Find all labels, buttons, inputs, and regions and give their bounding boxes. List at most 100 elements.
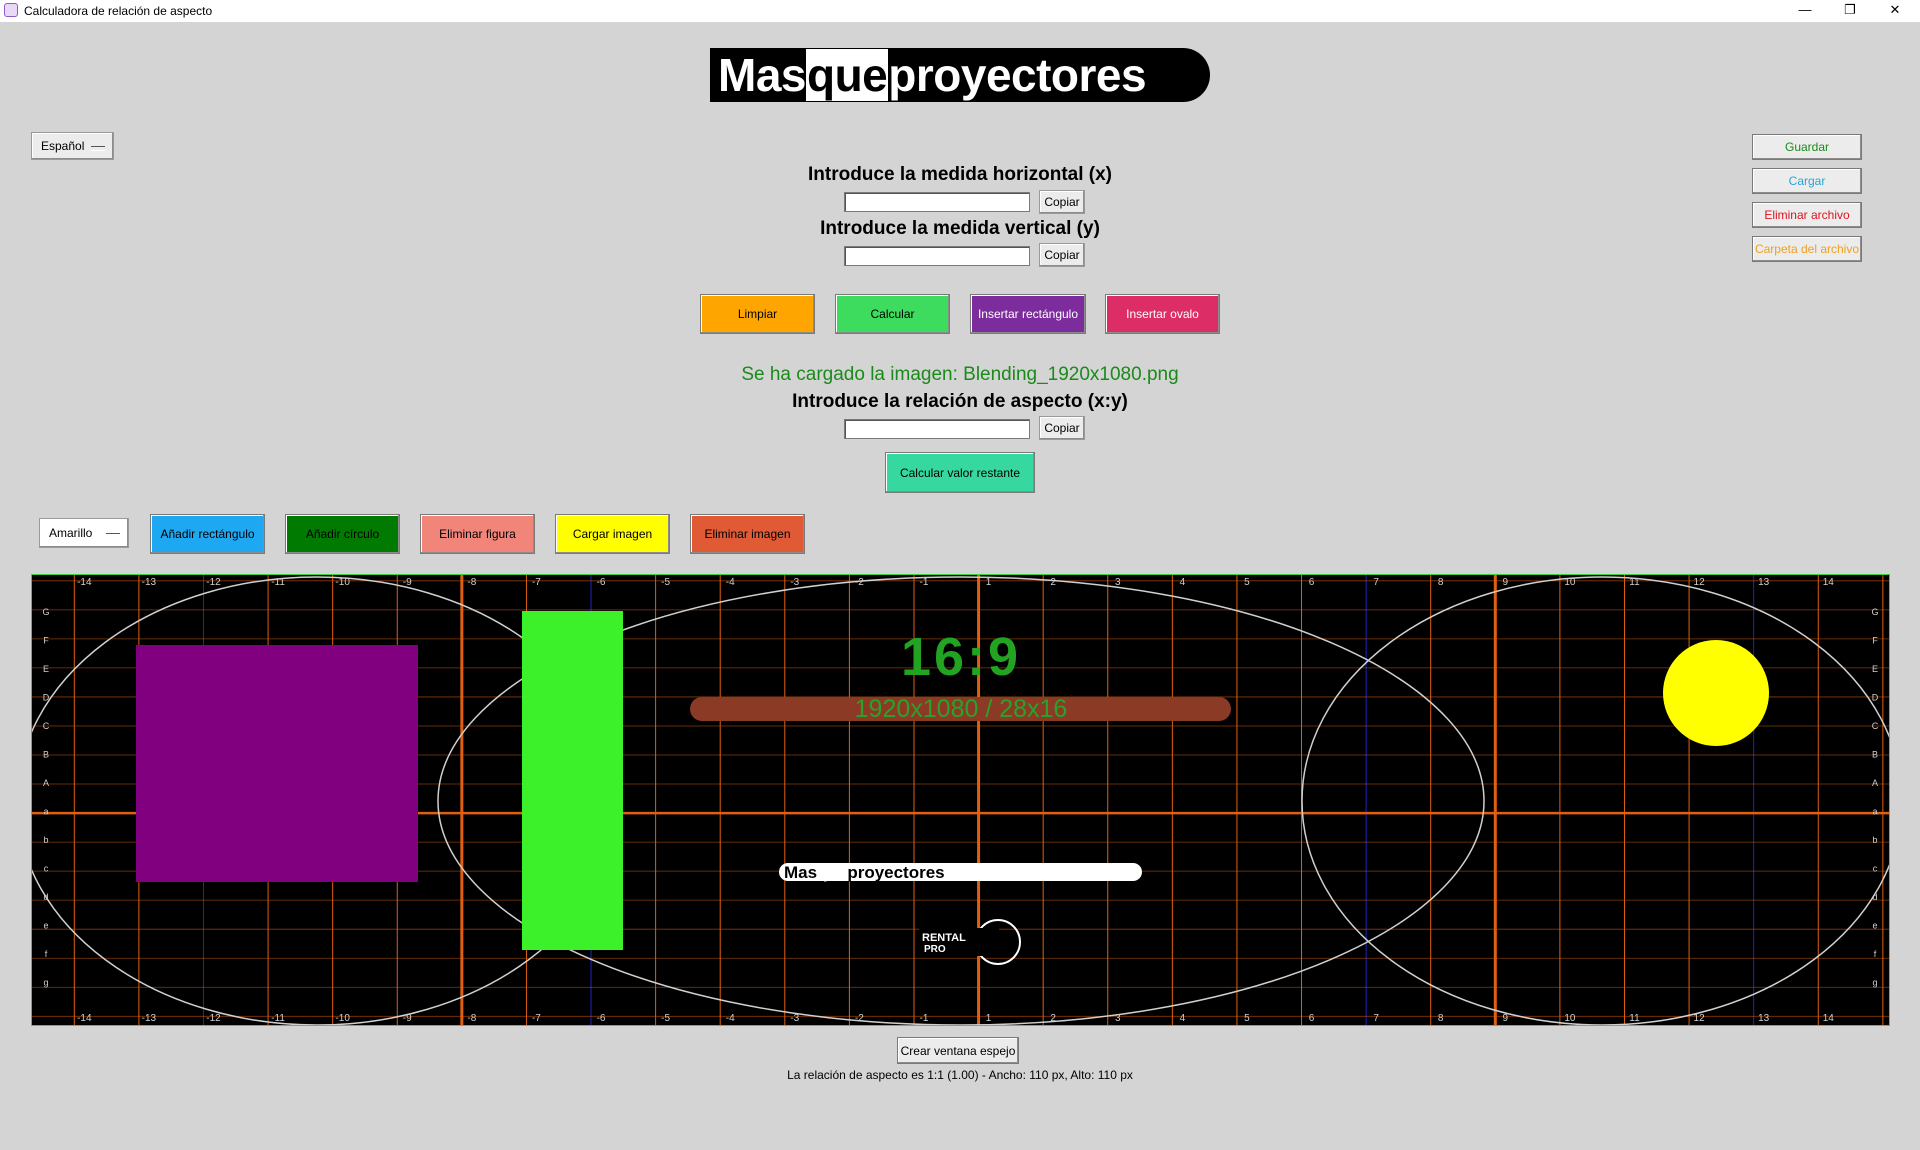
x-tick-label: -14: [77, 577, 92, 588]
close-button[interactable]: ✕: [1872, 0, 1918, 22]
yellow-circle: [1663, 640, 1769, 746]
x-tick-label: 4: [1180, 577, 1186, 588]
copy-vertical-button[interactable]: Copiar: [1039, 243, 1085, 267]
x-tick-label: 5: [1244, 577, 1250, 588]
vertical-input[interactable]: [844, 246, 1030, 266]
y-tick-label: B: [43, 750, 49, 760]
delete-file-button[interactable]: Eliminar archivo: [1752, 202, 1862, 228]
brand-logo: Masqueproyectores: [710, 48, 1210, 102]
svg-text:PRO: PRO: [924, 944, 946, 955]
x-tick-label: 9: [1503, 577, 1509, 588]
insert-rectangle-button[interactable]: Insertar rectángulo: [970, 294, 1086, 334]
horizontal-input[interactable]: [844, 192, 1030, 212]
x-tick-label: -8: [467, 1013, 476, 1024]
x-tick-label: 14: [1823, 577, 1835, 588]
svg-text:RENTAL: RENTAL: [922, 932, 966, 944]
x-tick-label: 10: [1564, 1013, 1576, 1024]
y-tick-label: B: [1872, 750, 1878, 760]
y-tick-label: f: [1874, 949, 1877, 959]
window-titlebar: Calculadora de relación de aspecto — ❐ ✕: [0, 0, 1920, 22]
color-select-value: Amarillo: [49, 526, 93, 540]
calculate-remaining-button[interactable]: Calcular valor restante: [885, 452, 1035, 493]
y-tick-label: c: [44, 864, 49, 874]
y-tick-label: C: [43, 721, 50, 731]
add-rectangle-button[interactable]: Añadir rectángulo: [150, 514, 265, 554]
y-tick-label: g: [43, 978, 48, 988]
y-tick-label: F: [43, 636, 49, 646]
x-tick-label: -2: [855, 577, 864, 588]
x-tick-label: -13: [142, 577, 157, 588]
minimize-button[interactable]: —: [1782, 0, 1828, 22]
x-tick-label: -14: [77, 1013, 92, 1024]
create-mirror-window-button[interactable]: Crear ventana espejo: [897, 1037, 1019, 1064]
test-pattern: -14-14-13-13-12-12-11-11-10-10-9-9-8-8-7…: [32, 575, 1889, 1025]
resolution-label: 1920x1080 / 28x16: [855, 695, 1068, 723]
y-tick-label: b: [1872, 835, 1877, 845]
y-tick-label: c: [1873, 864, 1878, 874]
x-tick-label: -5: [661, 1013, 670, 1024]
x-tick-label: 7: [1373, 1013, 1379, 1024]
canvas-logo-text: Masqueproyectores: [784, 863, 945, 882]
logo-text-mas: Mas: [718, 49, 806, 101]
purple-rectangle: [136, 645, 418, 882]
x-tick-label: -1: [920, 577, 929, 588]
x-tick-label: 2: [1050, 577, 1056, 588]
y-tick-label: e: [1872, 921, 1877, 931]
right-ellipse: [1301, 576, 1889, 1025]
calculate-button[interactable]: Calcular: [835, 294, 950, 334]
delete-shape-button[interactable]: Eliminar figura: [420, 514, 535, 554]
y-tick-label: G: [42, 607, 49, 617]
status-message: Se ha cargado la imagen: Blending_1920x1…: [741, 364, 1179, 385]
x-tick-label: 5: [1244, 1013, 1250, 1024]
insert-oval-button[interactable]: Insertar ovalo: [1105, 294, 1220, 334]
y-tick-label: E: [1872, 664, 1878, 674]
aspect-ratio-label: Introduce la relación de aspecto (x:y): [792, 391, 1128, 412]
dropdown-indicator-icon: [106, 533, 120, 538]
x-tick-label: 7: [1373, 577, 1379, 588]
save-button[interactable]: Guardar: [1752, 134, 1862, 160]
drawing-canvas[interactable]: -14 -14 -13 -13 -12 -12 -11 -11 -10 -10 -9 -9 -8 -8 -7…: [31, 574, 1890, 1026]
y-tick-label: E: [43, 664, 49, 674]
clear-button[interactable]: Limpiar: [700, 294, 815, 334]
x-tick-label: 1: [986, 577, 992, 588]
add-circle-button[interactable]: Añadir círculo: [285, 514, 400, 554]
aspect-ratio-display: 16:9: [901, 627, 1021, 687]
window-title: Calculadora de relación de aspecto: [24, 4, 213, 18]
language-select-value: Español: [41, 139, 85, 153]
x-tick-label: -7: [532, 577, 541, 588]
x-tick-label: -7: [532, 1013, 541, 1024]
copy-horizontal-button[interactable]: Copiar: [1039, 190, 1085, 214]
y-tick-label: a: [43, 807, 48, 817]
rental-pro-logo: RENTAL PRO: [919, 919, 1021, 965]
y-tick-label: e: [43, 921, 48, 931]
x-tick-label: 6: [1309, 577, 1315, 588]
aspect-ratio-input[interactable]: [844, 419, 1030, 439]
horizontal-label: Introduce la medida horizontal (x): [807, 164, 1113, 185]
x-tick-label: -3: [790, 577, 799, 588]
file-folder-button[interactable]: Carpeta del archivo: [1752, 236, 1862, 262]
x-tick-label: 13: [1758, 577, 1770, 588]
x-tick-label: -12: [206, 1013, 221, 1024]
load-image-button[interactable]: Cargar imagen: [555, 514, 670, 554]
x-tick-label: 6: [1309, 1013, 1315, 1024]
x-tick-label: -4: [726, 577, 735, 588]
x-tick-label: -4: [726, 1013, 735, 1024]
x-tick-label: 8: [1438, 1013, 1444, 1024]
x-tick-label: -6: [597, 577, 606, 588]
copy-aspect-button[interactable]: Copiar: [1039, 416, 1085, 440]
restore-button[interactable]: ❐: [1827, 0, 1873, 22]
y-tick-label: b: [43, 835, 48, 845]
x-tick-label: 1: [986, 1013, 992, 1024]
y-tick-label: F: [1872, 636, 1878, 646]
x-tick-label: -13: [142, 1013, 157, 1024]
load-button[interactable]: Cargar: [1752, 168, 1862, 194]
language-select[interactable]: Español: [31, 132, 114, 160]
color-select[interactable]: Amarillo: [39, 518, 129, 548]
x-tick-label: -6: [597, 1013, 606, 1024]
delete-image-button[interactable]: Eliminar imagen: [690, 514, 805, 554]
vertical-label: Introduce la medida vertical (y): [820, 218, 1100, 239]
green-rectangle: [522, 611, 623, 950]
x-tick-label: -10: [335, 1013, 350, 1024]
x-tick-label: 9: [1503, 1013, 1509, 1024]
y-tick-label: A: [1872, 778, 1878, 788]
